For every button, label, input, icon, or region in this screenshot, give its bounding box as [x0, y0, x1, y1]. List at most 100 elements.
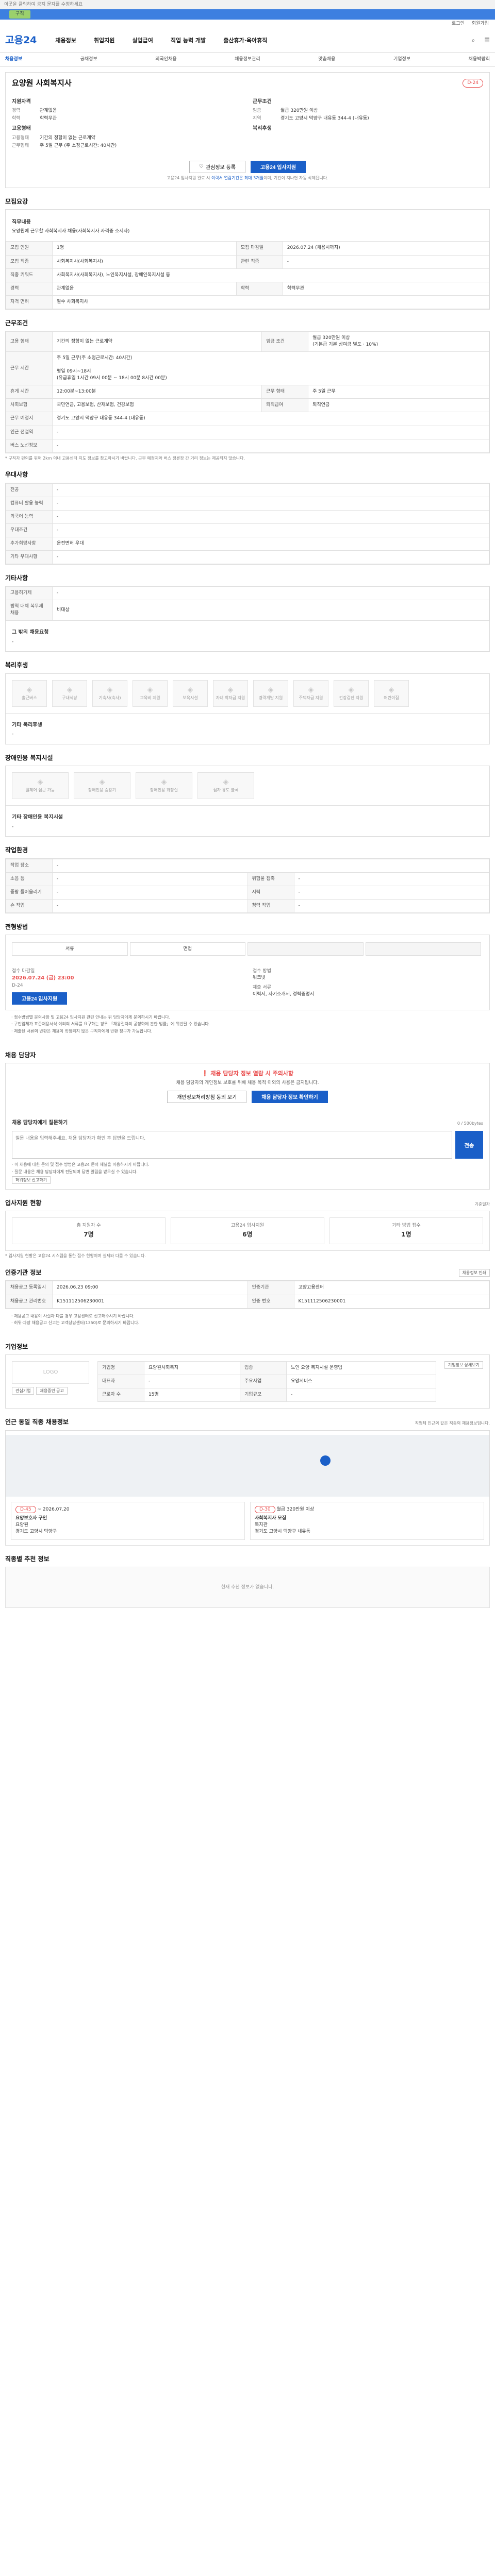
cell-key: 모집 직종 [6, 255, 53, 269]
report-button[interactable]: 허위정보 신고하기 [12, 1176, 51, 1184]
apply-notice: 고용24 입사지원 완료 시 이력서 열람기간은 최대 3개월이며, 기간이 지… [6, 175, 489, 188]
apply-button-2[interactable]: 고용24 입사지원 [12, 992, 68, 1005]
cell-value: 퇴직연금 [308, 398, 489, 413]
kv-key: 근무형태 [12, 143, 29, 148]
welfare-other-head: 기타 복리후생 [12, 722, 42, 728]
cell-key: 청력 작업 [247, 899, 294, 913]
cell-value: 사회복지사(사회복지사) [52, 255, 237, 269]
gnb-item-benefits[interactable]: 실업급여 [132, 37, 153, 45]
bullet: · 접수방법별 문의사항 및 고용24 입사지원 관련 안내는 위 담당자에게 … [11, 1014, 171, 1020]
gnb-item-leave[interactable]: 출산휴가·육아휴직 [223, 37, 267, 45]
process-bullets: · 접수방법별 문의사항 및 고용24 입사지원 관련 안내는 위 담당자에게 … [5, 1010, 490, 1042]
facility-icon: ◈ [308, 685, 314, 694]
cell-value: 사회복지사(사회복지사), 노인복지시설, 장애인복지시설 등 [52, 268, 489, 282]
table-row: 사회보험 국민연금, 고용보험, 산재보험, 건강보험 퇴직급여 퇴직연금 [6, 398, 489, 413]
company-jobs-button[interactable]: 채용중인 공고 [36, 1387, 68, 1395]
login-link[interactable]: 로그인 [452, 21, 465, 27]
qna-input[interactable] [12, 1131, 452, 1159]
map-pin-icon[interactable] [320, 1455, 331, 1466]
kv-value: 월급 320만원 이상 [280, 108, 318, 114]
company-detail-button[interactable]: 기업정보 상세보기 [444, 1361, 483, 1369]
nearby-address: 경기도 고양시 덕양구 내유동 [255, 1529, 310, 1534]
company-section: LOGO 관심기업 채용중인 공고 기업명 요양원사회복지 업종 노인 요양 복지시설… [5, 1354, 490, 1409]
cell-value: 1명 [52, 241, 237, 256]
recruit-table: 모집 인원 1명 모집 마감일 2026.07.24 (채용시까지) 모집 직종 사회복지… [6, 241, 490, 309]
utility-links: 로그인 회원가입 [0, 20, 495, 29]
apply-deadline-date: 2026.07.24 (금) 23:00 [12, 975, 74, 981]
subnav-item[interactable]: 외국인채용 [155, 56, 176, 63]
view-contact-button[interactable]: 채용 담당자 정보 확인하기 [252, 1090, 328, 1103]
nearby-job-item[interactable]: D-45 ~ 2026.07.20 요양보호사 구인 요양원 경기도 고양시 덕… [11, 1501, 245, 1540]
recommend-empty: 현재 추천 정보가 없습니다. [5, 1567, 490, 1608]
cell-key: 채용공고 등록일시 [6, 1281, 53, 1295]
facility-badge: ◈ 경력계발 지원 [253, 680, 288, 707]
meta-table: 채용공고 등록일시 2026.06.23 09:00 인증기관 고양고용센터 채용공고 … [6, 1281, 489, 1309]
facility-badge: ◈ 보육시설 [173, 680, 208, 707]
summary-head: 복리후생 [253, 126, 272, 132]
facility-label: 보육시설 [183, 695, 198, 700]
facility-label: 교육비 지원 [140, 695, 160, 700]
kv-value: 기간의 정함이 없는 근로계약 [40, 135, 95, 141]
subnav-item[interactable]: 채용정보 [5, 56, 22, 63]
subnav-item[interactable]: 기업정보 [393, 56, 410, 63]
apply-button[interactable]: 고용24 입사지원 [250, 160, 306, 173]
summary-conditions: 근무조건 임금 월급 320만원 이상 지역 경기도 고양시 덕양구 내유동 344… [253, 95, 483, 150]
prefer-section: 전공 - 컴퓨터 활용 능력 - 외국어 능력 - 우대조건 - 추가희망사항 운전면허 우대 기타… [5, 482, 490, 565]
subnav-item[interactable]: 채용박람회 [469, 56, 490, 63]
dday-badge: D-45 [15, 1505, 36, 1513]
menu-icon[interactable]: ☰ [484, 36, 490, 45]
map[interactable] [6, 1434, 489, 1497]
gnb-item-support[interactable]: 취업지원 [94, 37, 114, 45]
dday-badge: D-30 [255, 1505, 275, 1513]
facility-label: 장애인용 화장실 [150, 787, 178, 792]
signup-link[interactable]: 회원가입 [472, 21, 489, 27]
gnb-item-jobs[interactable]: 채용정보 [55, 37, 76, 45]
table-row: 대표자 - 주요사업 요양서비스 [97, 1375, 436, 1389]
search-icon[interactable]: ⌕ [472, 36, 475, 45]
nearby-note: 직업체 인근의 같은 직종의 채용정보입니다. [415, 1421, 490, 1426]
scrap-button[interactable]: ♡ 관심정보 등록 [189, 160, 245, 173]
top-bar-pill[interactable]: 구직 [9, 10, 30, 19]
facility-icon: ◈ [161, 777, 167, 786]
table-row: 고용 형태 기간의 정함이 없는 근로계약 임금 조건 월급 320만원 이상 (기본… [6, 331, 489, 352]
cell-key: 근무 시간 [6, 351, 53, 386]
facility-badge: ◈ 구내식당 [52, 680, 87, 707]
section-title-meta: 인증기관 정보 [5, 1269, 42, 1277]
company-table: 기업명 요양원사회복지 업종 노인 요양 복지시설 운영업 대표자 - 주요사업 요양서비스 근… [97, 1361, 436, 1402]
qna-send-button[interactable]: 전송 [455, 1131, 483, 1159]
facility-label: 휠체어 접근 가능 [25, 787, 55, 792]
cell-key: 퇴직급여 [261, 398, 309, 413]
facility-badge: ◈ 어린이집 [374, 680, 409, 707]
nearby-address: 경기도 고양시 덕양구 [15, 1529, 57, 1534]
kv-value: 경기도 고양시 덕양구 내유동 344-4 (내유동) [280, 116, 369, 122]
process-section: 서류 면접 접수 마감일 2026.07.24 (금) 23:00 D-24 고… [5, 935, 490, 1010]
nearby-job-item[interactable]: D-30 월급 320만원 이상 사회복지사 모집 복지관 경기도 고양시 덕양… [250, 1501, 484, 1540]
cell-key: 인근 전철역 [6, 425, 53, 439]
privacy-button[interactable]: 개인정보처리방침 동의 보기 [167, 1090, 247, 1103]
meta-section: 채용공고 등록일시 2026.06.23 09:00 인증기관 고양고용센터 채용공고 … [5, 1280, 490, 1309]
section-title-process: 전형방법 [5, 923, 28, 930]
cell-key: 채용공고 관리번호 [6, 1294, 53, 1309]
company-scrap-button[interactable]: 관심기업 [12, 1387, 35, 1395]
section-title-disabled: 장애인용 복지시설 [5, 754, 53, 761]
kv-key: 임금 [253, 108, 261, 114]
recruit-section: 직무내용 요양원에 근무할 사회복지사 채용(사회복지사 자격증 소지자) 모집… [5, 209, 490, 310]
table-row: 소음 등 - 위험물 접촉 - [6, 872, 489, 886]
facility-label: 점자 유도 블록 [213, 787, 239, 792]
gnb-item-training[interactable]: 직업 능력 개발 [171, 37, 206, 45]
facility-label: 기숙사(숙사) [98, 695, 121, 700]
table-row: 경력 관계없음 학력 학력무관 [6, 281, 490, 296]
top-bar: 구직 [0, 9, 495, 20]
subnav-item[interactable]: 맞춤채용 [318, 56, 335, 63]
cell-value: - [52, 496, 489, 511]
print-button[interactable]: 채용정보 인쇄 [458, 1269, 490, 1277]
nearby-company: 요양원 [15, 1522, 28, 1528]
kv-key: 경력 [12, 108, 21, 114]
cell-key: 기업규모 [240, 1388, 287, 1402]
cell-value: 요양원사회복지 [143, 1361, 241, 1376]
subnav-item[interactable]: 공채정보 [80, 56, 97, 63]
site-logo[interactable]: 고용24 [5, 33, 37, 48]
subnav-item[interactable]: 채용정보관리 [235, 56, 260, 63]
kv-key: 고용형태 [12, 135, 29, 141]
cell-value: 2026.06.23 09:00 [52, 1281, 248, 1295]
